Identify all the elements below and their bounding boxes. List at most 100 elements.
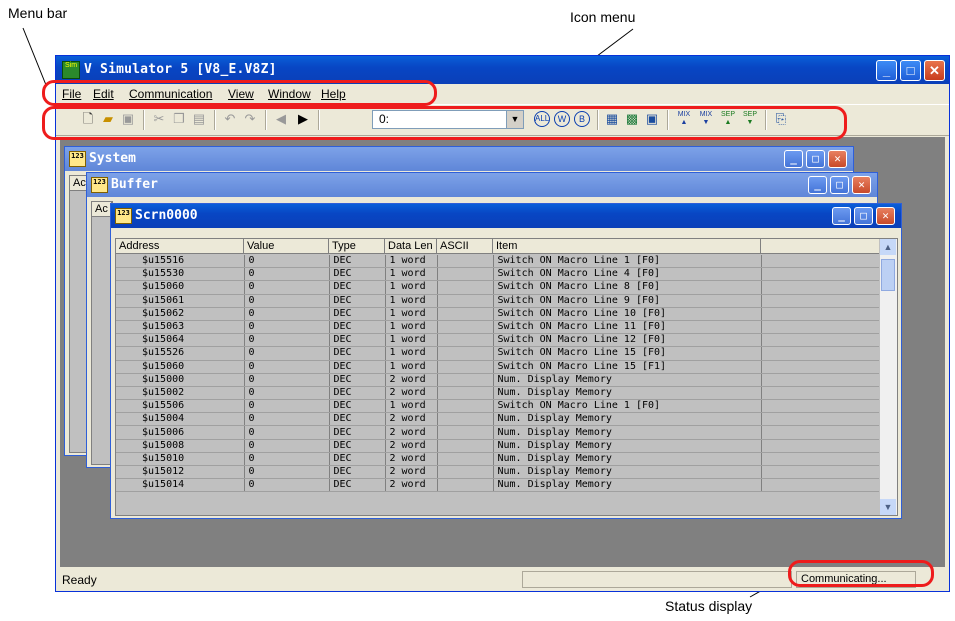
maximize-button[interactable]: □	[900, 60, 921, 81]
system-close-button[interactable]: ✕	[828, 150, 847, 168]
cell-ascii	[437, 280, 494, 295]
scrn-minimize-button[interactable]: _	[832, 207, 851, 225]
cell-address: $u15530	[116, 267, 245, 282]
cell-blank	[761, 360, 882, 374]
status-pane	[522, 571, 792, 588]
cell-value: 0	[244, 412, 330, 427]
table-row[interactable]: $u15002 0 DEC 2 word Num. Display Memory	[116, 386, 882, 401]
cell-blank	[761, 465, 882, 480]
cell-address: $u15012	[116, 465, 245, 480]
cell-data-len: 2 word	[385, 465, 438, 480]
cell-address: $u15516	[116, 255, 245, 269]
table-row[interactable]: $u15006 0 DEC 2 word Num. Display Memory	[116, 425, 882, 440]
buffer-title-bar[interactable]: 123 Buffer _ □ ✕	[87, 173, 877, 197]
scroll-down-icon[interactable]: ▼	[880, 499, 896, 515]
cell-type: DEC	[329, 307, 386, 321]
table-row[interactable]: $u15014 0 DEC 2 word Num. Display Memory	[116, 478, 882, 493]
system-title-bar[interactable]: 123 System _ □ ✕	[65, 147, 853, 171]
buffer-minimize-button[interactable]: _	[808, 176, 827, 194]
cell-data-len: 1 word	[385, 320, 438, 335]
table-row[interactable]: $u15060 0 DEC 1 word Switch ON Macro Line 8 …	[116, 280, 882, 295]
table-row[interactable]: $u15010 0 DEC 2 word Num. Display Memory	[116, 452, 882, 467]
cell-blank	[761, 412, 882, 427]
close-button[interactable]: ✕	[924, 60, 945, 81]
cell-type: DEC	[329, 267, 386, 282]
cell-item: Switch ON Macro Line 1 [F0]	[493, 255, 762, 269]
cell-type: DEC	[329, 425, 386, 440]
cell-type: DEC	[329, 255, 386, 269]
column-header-data-len[interactable]: Data Len	[385, 239, 437, 254]
table-row[interactable]: $u15064 0 DEC 1 word Switch ON Macro Line 12…	[116, 333, 882, 348]
cell-item: Switch ON Macro Line 4 [F0]	[493, 267, 762, 282]
table-row[interactable]: $u15060 0 DEC 1 word Switch ON Macro Line 15…	[116, 360, 882, 374]
cell-value: 0	[244, 465, 330, 480]
cell-address: $u15526	[116, 346, 245, 361]
table-row[interactable]: $u15004 0 DEC 2 word Num. Display Memory	[116, 412, 882, 427]
system-maximize-button[interactable]: □	[806, 150, 825, 168]
cell-item: Switch ON Macro Line 15 [F0]	[493, 346, 762, 361]
cell-address: $u15063	[116, 320, 245, 335]
cell-ascii	[437, 307, 494, 321]
scrn-window[interactable]: 123 Scrn0000 _ □ ✕ Address Value Type Da…	[110, 203, 902, 519]
cell-address: $u15064	[116, 333, 245, 348]
cell-ascii	[437, 373, 494, 387]
cell-data-len: 1 word	[385, 294, 438, 308]
table-row[interactable]: $u15530 0 DEC 1 word Switch ON Macro Line 4 …	[116, 267, 882, 282]
cell-item: Num. Display Memory	[493, 386, 762, 401]
cell-type: DEC	[329, 333, 386, 348]
column-header-blank	[761, 239, 881, 254]
cell-type: DEC	[329, 412, 386, 427]
cell-ascii	[437, 267, 494, 282]
column-header-type[interactable]: Type	[329, 239, 385, 254]
cell-type: DEC	[329, 452, 386, 467]
cell-blank	[761, 294, 882, 308]
cell-type: DEC	[329, 478, 386, 493]
column-header-item[interactable]: Item	[493, 239, 761, 254]
cell-ascii	[437, 346, 494, 361]
cell-type: DEC	[329, 399, 386, 414]
cell-value: 0	[244, 307, 330, 321]
system-minimize-button[interactable]: _	[784, 150, 803, 168]
cell-blank	[761, 346, 882, 361]
buffer-close-button[interactable]: ✕	[852, 176, 871, 194]
table-row[interactable]: $u15516 0 DEC 1 word Switch ON Macro Line 1 …	[116, 255, 882, 269]
cell-type: DEC	[329, 465, 386, 480]
table-row[interactable]: $u15063 0 DEC 1 word Switch ON Macro Line 11…	[116, 320, 882, 335]
table-row[interactable]: $u15008 0 DEC 2 word Num. Display Memory	[116, 439, 882, 453]
cell-item: Num. Display Memory	[493, 439, 762, 453]
cell-type: DEC	[329, 439, 386, 453]
cell-value: 0	[244, 399, 330, 414]
table-row[interactable]: $u15012 0 DEC 2 word Num. Display Memory	[116, 465, 882, 480]
cell-value: 0	[244, 452, 330, 467]
table-row[interactable]: $u15000 0 DEC 2 word Num. Display Memory	[116, 373, 882, 387]
table-row[interactable]: $u15526 0 DEC 1 word Switch ON Macro Line 15…	[116, 346, 882, 361]
table-row[interactable]: $u15061 0 DEC 1 word Switch ON Macro Line 9 …	[116, 294, 882, 308]
buffer-maximize-button[interactable]: □	[830, 176, 849, 194]
table-row[interactable]: $u15506 0 DEC 1 word Switch ON Macro Line 1 …	[116, 399, 882, 414]
cell-blank	[761, 452, 882, 467]
scrn-close-button[interactable]: ✕	[876, 207, 895, 225]
column-header-ascii[interactable]: ASCII	[437, 239, 493, 254]
column-header-value[interactable]: Value	[244, 239, 329, 254]
status-ready: Ready	[62, 573, 97, 587]
cell-type: DEC	[329, 373, 386, 387]
cell-data-len: 2 word	[385, 386, 438, 401]
cell-ascii	[437, 294, 494, 308]
system-title: System	[89, 151, 136, 166]
scrn-maximize-button[interactable]: □	[854, 207, 873, 225]
menu-bar-highlight	[42, 80, 437, 106]
cell-value: 0	[244, 255, 330, 269]
minimize-button[interactable]: _	[876, 60, 897, 81]
vertical-scrollbar[interactable]: ▲ ▼	[879, 239, 897, 515]
cell-address: $u15006	[116, 425, 245, 440]
column-header-address[interactable]: Address	[116, 239, 244, 254]
cell-blank	[761, 307, 882, 321]
cell-ascii	[437, 255, 494, 269]
cell-data-len: 1 word	[385, 360, 438, 374]
status-display-highlight	[788, 560, 934, 587]
scroll-thumb[interactable]	[881, 259, 895, 291]
scroll-up-icon[interactable]: ▲	[880, 239, 896, 255]
scrn-title-bar[interactable]: 123 Scrn0000 _ □ ✕	[111, 204, 901, 228]
cell-value: 0	[244, 439, 330, 453]
table-row[interactable]: $u15062 0 DEC 1 word Switch ON Macro Line 10…	[116, 307, 882, 321]
